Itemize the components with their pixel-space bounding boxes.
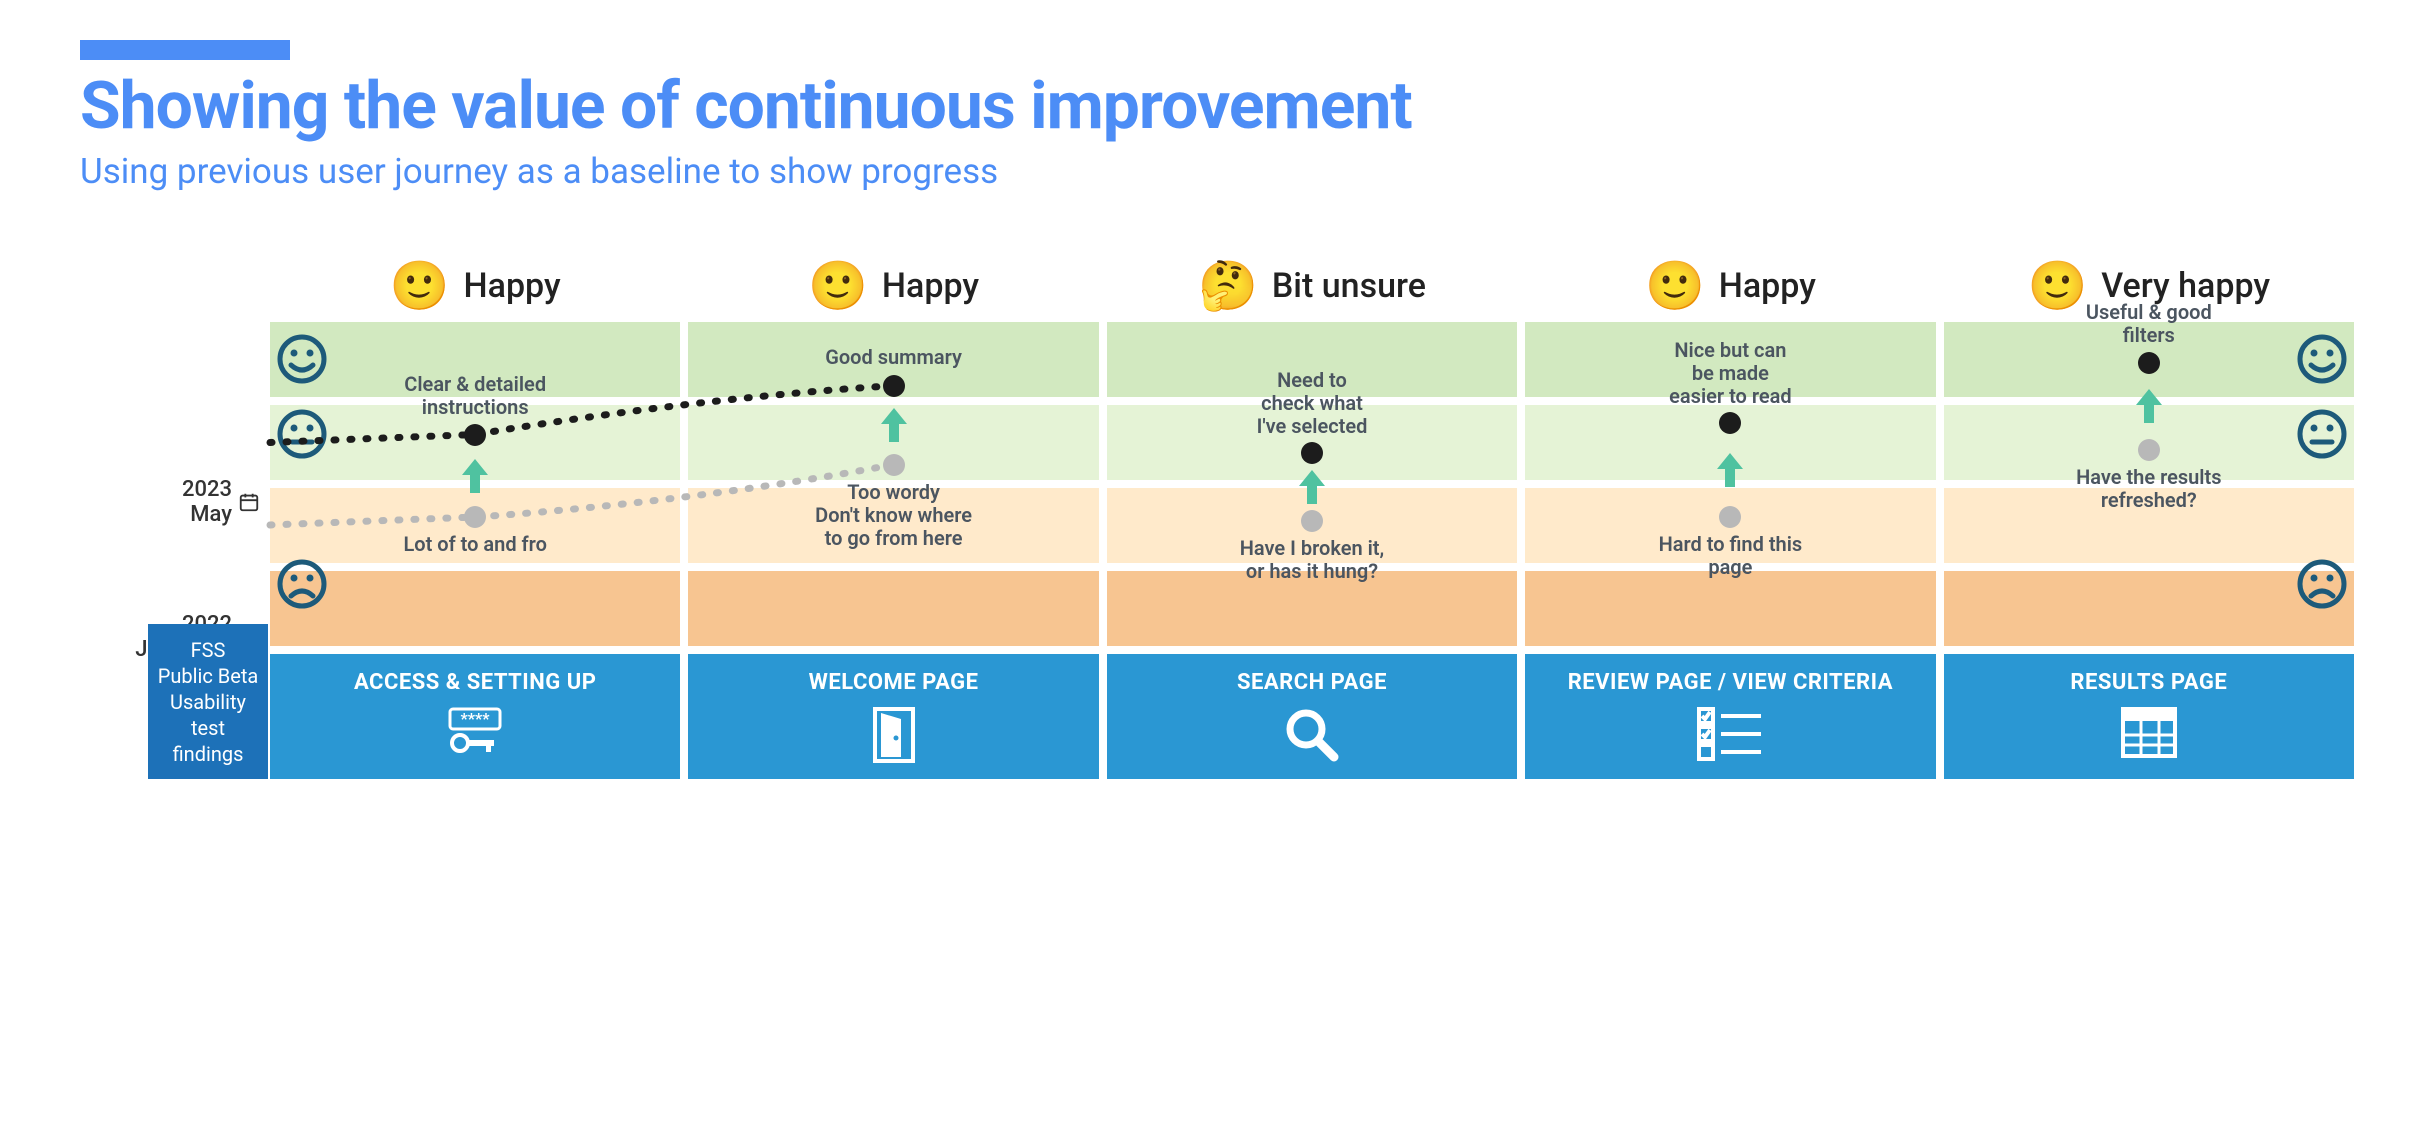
datapoint-baseline [464, 506, 486, 528]
sentiment-emoji-icon: 🙂 [1645, 262, 1705, 310]
datapoint-baseline [1719, 506, 1741, 528]
stage-label: WELCOME PAGE [696, 670, 1090, 695]
sentiment-emoji-icon: 🙂 [390, 262, 450, 310]
improvement-arrow-icon [2134, 389, 2164, 423]
table-icon [1952, 705, 2346, 760]
emoji-header: 🙂 Happy [270, 262, 680, 310]
sentiment-emoji-icon: 🤔 [1198, 262, 1258, 310]
door-icon [696, 705, 1090, 765]
stage-footer-row: FSS Public Beta Usability test findings … [270, 654, 2354, 779]
datapoint-current [1301, 442, 1323, 464]
key-password-icon: **** [278, 705, 672, 755]
sentiment-bands: Clear & detailed instructions Lot of to a… [270, 322, 2354, 646]
annotation-baseline: Too wordy Don't know where to go from he… [774, 481, 1014, 550]
datapoint-current [883, 375, 905, 397]
page-title: Showing the value of continuous improvem… [80, 68, 2354, 145]
sentiment-emoji-icon: 🙂 [808, 262, 868, 310]
stage-label: ACCESS & SETTING UP [278, 670, 672, 695]
sentiment-label: Happy [464, 266, 561, 306]
annotation-current: Need to check what I've selected [1202, 369, 1422, 438]
journey-columns: 🙂Happy🙂Happy🤔Bit unsure🙂Happy🙂Very happy [270, 262, 2354, 779]
stage-footer: REVIEW PAGE / VIEW CRITERIA [1525, 654, 1935, 779]
emoji-header: 🙂 Happy [1525, 262, 1935, 310]
improvement-arrow-icon [1715, 453, 1745, 487]
svg-text:****: **** [461, 709, 491, 728]
annotation-baseline: Have I broken it, or has it hung? [1192, 537, 1432, 583]
stage-footer: ACCESS & SETTING UP **** [270, 654, 680, 779]
sentiment-label: Happy [1719, 266, 1816, 306]
journey-chart: 2023 May 2022 June-July 🙂Happy🙂Happy🤔Bit… [80, 262, 2354, 779]
improvement-arrow-icon [879, 408, 909, 442]
annotation-current: Clear & detailed instructions [365, 373, 585, 419]
magnifier-icon [1115, 705, 1509, 765]
stage-footer: RESULTS PAGE [1944, 654, 2354, 779]
slide: Showing the value of continuous improvem… [0, 0, 2434, 1132]
emoji-header: 🙂 Happy [688, 262, 1098, 310]
annotation-baseline: Have the results refreshed? [2029, 466, 2269, 512]
stage-footer: SEARCH PAGE [1107, 654, 1517, 779]
stage-footer: WELCOME PAGE [688, 654, 1098, 779]
emoji-header: 🤔 Bit unsure [1107, 262, 1517, 310]
accent-bar [80, 40, 290, 60]
sentiment-label: Happy [882, 266, 979, 306]
datapoint-current [1719, 412, 1741, 434]
timeline-label-current: 2023 May [182, 477, 260, 528]
page-subtitle: Using previous user journey as a baselin… [80, 151, 2354, 192]
stage-label: SEARCH PAGE [1115, 670, 1509, 695]
annotation-current: Good summary [784, 346, 1004, 369]
sentiment-label: Bit unsure [1272, 266, 1426, 306]
calendar-icon [238, 491, 260, 513]
annotation-current: Useful & good filters [2039, 301, 2259, 347]
improvement-arrow-icon [460, 459, 490, 493]
annotation-baseline: Lot of to and fro [355, 533, 595, 556]
checklist-icon [1533, 705, 1927, 760]
datapoint-baseline [883, 454, 905, 476]
datapoint-baseline [2138, 439, 2160, 461]
legend-box: FSS Public Beta Usability test findings [148, 624, 268, 779]
annotation-baseline: Hard to find this page [1610, 533, 1850, 579]
improvement-arrow-icon [1297, 470, 1327, 504]
datapoint-current [2138, 352, 2160, 374]
annotation-current: Nice but can be made easier to read [1620, 339, 1840, 408]
datapoint-current [464, 424, 486, 446]
stage-label: RESULTS PAGE [1952, 670, 2346, 695]
datapoint-baseline [1301, 510, 1323, 532]
stage-label: REVIEW PAGE / VIEW CRITERIA [1533, 670, 1927, 695]
